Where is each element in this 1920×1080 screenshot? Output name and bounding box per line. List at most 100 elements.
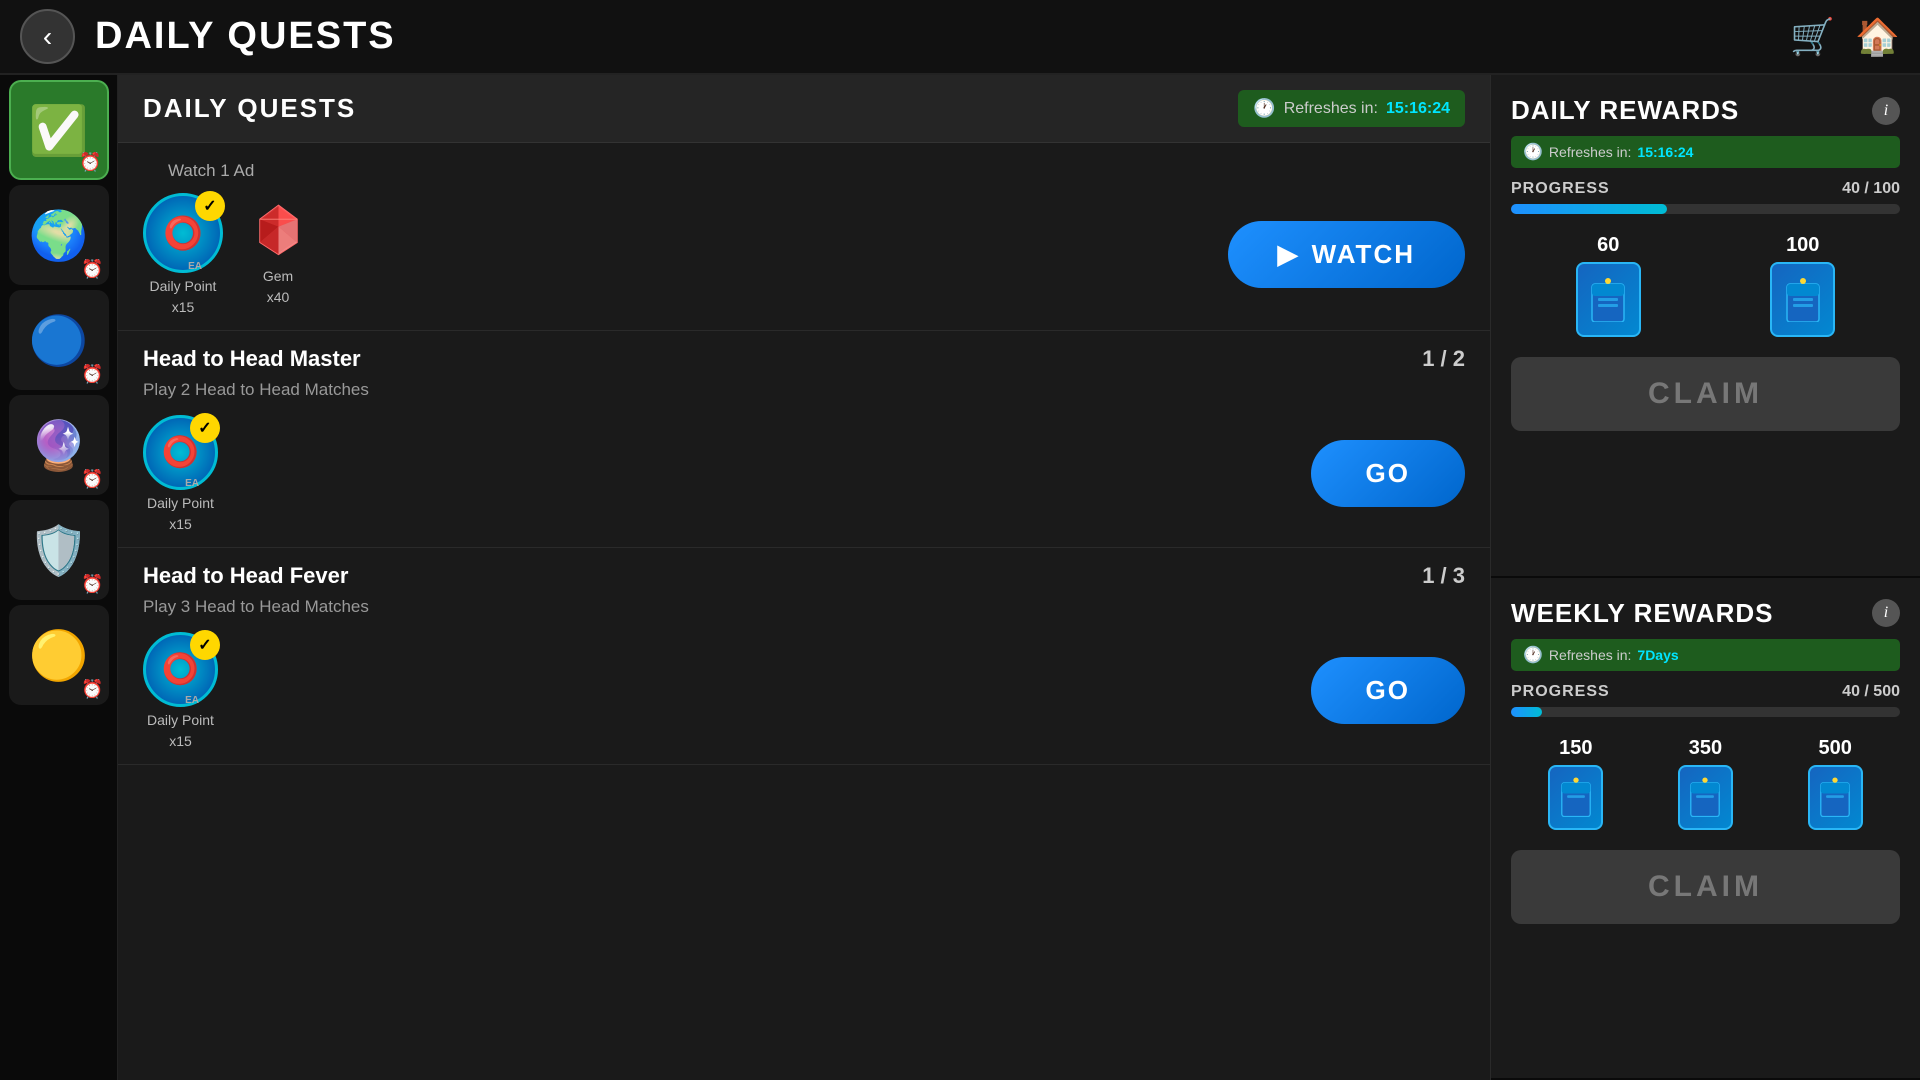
weekly-claim-label: CLAIM: [1648, 870, 1763, 903]
weekly-milestone-150-icon: [1548, 765, 1603, 830]
gem-icon-container: [243, 193, 313, 263]
quest-name-2: Head to Head Master: [143, 346, 361, 372]
daily-progress-bar-container: [1511, 204, 1900, 214]
watch-label: WATCH: [1312, 239, 1415, 270]
weekly-claim-button[interactable]: CLAIM: [1511, 850, 1900, 924]
clock-badge-6: ⏰: [81, 679, 103, 700]
weekly-rewards-header: WEEKLY REWARDS i: [1511, 598, 1900, 629]
quest-panel-title: DAILY QUESTS: [143, 93, 356, 124]
weekly-rewards-info-icon[interactable]: i: [1872, 599, 1900, 627]
weekly-milestone-500: 500: [1808, 737, 1863, 830]
sidebar-item-globe[interactable]: 🔵 ⏰: [9, 290, 109, 390]
ea-label-2: EA: [185, 478, 199, 489]
sidebar-item-coin[interactable]: 🟡 ⏰: [9, 605, 109, 705]
clock-badge-1: ⏰: [79, 152, 101, 173]
daily-progress-value: 40 / 100: [1842, 180, 1900, 198]
go-button-2[interactable]: GO: [1311, 657, 1465, 724]
quest-panel-header: DAILY QUESTS 🕐 Refreshes in: 15:16:24: [118, 75, 1490, 143]
daily-rewards-section: DAILY REWARDS i 🕐 Refreshes in: 15:16:24…: [1491, 75, 1920, 578]
refresh-time: 15:16:24: [1386, 100, 1450, 118]
weekly-milestone-350-value: 350: [1689, 737, 1722, 760]
page-title: DAILY QUESTS: [95, 15, 396, 58]
weekly-milestone-150-value: 150: [1559, 737, 1592, 760]
watch-button[interactable]: ▶ WATCH: [1228, 221, 1465, 288]
reward-qty-gem: x40: [267, 289, 290, 305]
sidebar: ✅ ⏰ 🌍 ⏰ 🔵 ⏰ 🔮 ⏰ 🛡️ ⏰ 🟡 ⏰: [0, 75, 118, 1080]
sidebar-item-quest[interactable]: ✅ ⏰: [9, 80, 109, 180]
reward-gem-1: Gem x40: [243, 193, 313, 315]
quest-icon: ✅: [29, 102, 89, 159]
daily-point-icon: ⭕: [163, 214, 203, 252]
weekly-milestone-350-icon: [1678, 765, 1733, 830]
reward-items-3: ✓ ⭕ EA Daily Point x15: [143, 632, 218, 749]
coin-icon: 🟡: [29, 627, 89, 684]
weekly-pack-icon-3: [1819, 777, 1851, 817]
daily-progress-label: PROGRESS: [1511, 180, 1610, 198]
go-label-2: GO: [1366, 675, 1410, 705]
daily-progress-label-row: PROGRESS 40 / 100: [1511, 180, 1900, 198]
back-button[interactable]: ‹: [20, 9, 75, 64]
daily-progress-bar-fill: [1511, 204, 1667, 214]
ea-label-1: EA: [188, 261, 202, 272]
daily-rewards-info-icon[interactable]: i: [1872, 97, 1900, 125]
reward-daily-point-2: ✓ ⭕ EA Daily Point x15: [143, 415, 218, 532]
weekly-milestone-500-value: 500: [1818, 737, 1851, 760]
quest-refresh-info: 🕐 Refreshes in: 15:16:24: [1238, 90, 1465, 127]
cart-icon[interactable]: 🛒: [1790, 16, 1835, 58]
daily-claim-label: CLAIM: [1648, 377, 1763, 410]
rewards-panel: DAILY REWARDS i 🕐 Refreshes in: 15:16:24…: [1490, 75, 1920, 1080]
header-actions: 🛒 🏠: [1790, 16, 1900, 58]
gem-svg: [251, 201, 306, 256]
reward-label-3: Daily Point: [147, 712, 214, 728]
daily-rewards-header: DAILY REWARDS i: [1511, 95, 1900, 126]
weekly-rewards-section: WEEKLY REWARDS i 🕐 Refreshes in: 7Days P…: [1491, 578, 1920, 1080]
quest-meta-3: Head to Head Fever 1 / 3: [143, 563, 1465, 589]
clock-badge-5: ⏰: [81, 574, 103, 595]
daily-milestone-60-icon: [1576, 262, 1641, 337]
sidebar-item-shield[interactable]: 🛡️ ⏰: [9, 500, 109, 600]
weekly-rewards-refresh: 🕐 Refreshes in: 7Days: [1511, 639, 1900, 671]
quest-item-watch-ad: Watch 1 Ad ✓ ⭕ EA Daily Point x15: [118, 143, 1490, 331]
daily-milestone-60-value: 60: [1597, 234, 1619, 257]
main-content: ✅ ⏰ 🌍 ⏰ 🔵 ⏰ 🔮 ⏰ 🛡️ ⏰ 🟡 ⏰ DAILY QUESTS: [0, 75, 1920, 1080]
header: ‹ DAILY QUESTS 🛒 🏠: [0, 0, 1920, 75]
reward-icon-daily-point-3: ✓ ⭕ EA: [143, 632, 218, 707]
sidebar-item-orb[interactable]: 🔮 ⏰: [9, 395, 109, 495]
clock-badge-3: ⏰: [81, 364, 103, 385]
daily-rewards-title: DAILY REWARDS: [1511, 95, 1739, 126]
quest-rewards-row-2: ✓ ⭕ EA Daily Point x15 GO: [143, 415, 1465, 532]
quest-rewards-row-1: ✓ ⭕ EA Daily Point x15: [143, 193, 1465, 315]
go-label-1: GO: [1366, 458, 1410, 488]
reward-qty-2: x15: [169, 516, 192, 532]
weekly-milestone-500-icon: [1808, 765, 1863, 830]
sidebar-item-planet[interactable]: 🌍 ⏰: [9, 185, 109, 285]
quest-desc-2: Play 2 Head to Head Matches: [143, 380, 1465, 400]
weekly-pack-icon-2: [1689, 777, 1721, 817]
refresh-clock-icon: 🕐: [1253, 98, 1275, 119]
go-button-1[interactable]: GO: [1311, 440, 1465, 507]
quest-progress-2: 1 / 2: [1422, 346, 1465, 372]
quest-name-3: Head to Head Fever: [143, 563, 348, 589]
daily-milestone-100: 100: [1770, 234, 1835, 337]
pack-icon-1: [1590, 278, 1626, 322]
daily-refresh-label: Refreshes in:: [1549, 144, 1631, 160]
reward-label-2: Daily Point: [147, 495, 214, 511]
weekly-milestone-350: 350: [1678, 737, 1733, 830]
daily-refresh-time: 15:16:24: [1637, 144, 1693, 160]
quest-item-h2h-master: Head to Head Master 1 / 2 Play 2 Head to…: [118, 331, 1490, 548]
reward-qty-3: x15: [169, 733, 192, 749]
daily-milestone-100-icon: [1770, 262, 1835, 337]
daily-refresh-clock-icon: 🕐: [1523, 142, 1543, 162]
weekly-pack-icon-1: [1560, 777, 1592, 817]
orb-icon: 🔮: [29, 417, 89, 474]
daily-claim-button[interactable]: CLAIM: [1511, 357, 1900, 431]
reward-daily-point-3: ✓ ⭕ EA Daily Point x15: [143, 632, 218, 749]
weekly-milestones: 150 350: [1511, 737, 1900, 830]
weekly-progress-value: 40 / 500: [1842, 683, 1900, 701]
reward-icon-daily-point-1: ✓ ⭕ EA: [143, 193, 223, 273]
checkmark-icon-2: ✓: [190, 413, 220, 443]
daily-milestones: 60 100: [1511, 234, 1900, 337]
home-icon[interactable]: 🏠: [1855, 16, 1900, 58]
checkmark-icon-1: ✓: [195, 191, 225, 221]
pack-icon-2: [1785, 278, 1821, 322]
